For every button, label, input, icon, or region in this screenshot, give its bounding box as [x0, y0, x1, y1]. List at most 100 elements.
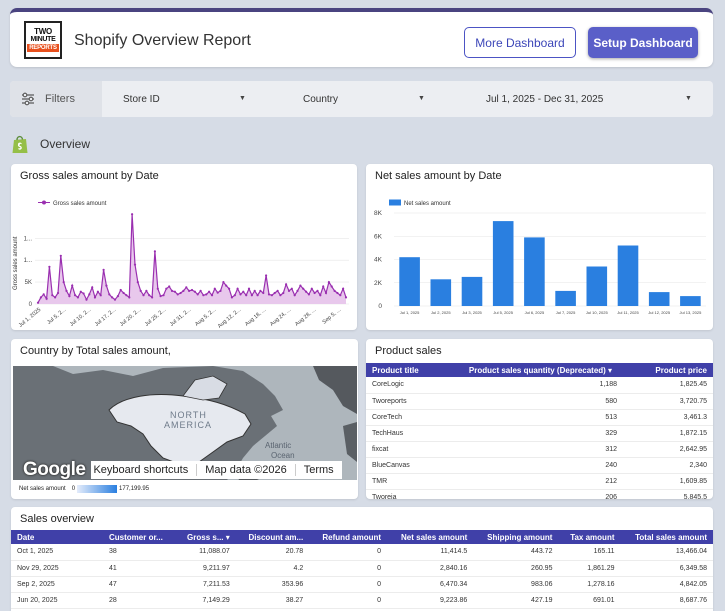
- data-point[interactable]: [273, 291, 276, 295]
- bar[interactable]: [492, 221, 514, 306]
- data-point[interactable]: [205, 293, 208, 296]
- data-point[interactable]: [293, 294, 296, 297]
- data-point[interactable]: [145, 289, 148, 292]
- data-point[interactable]: [102, 268, 105, 271]
- data-point[interactable]: [131, 213, 134, 216]
- data-point[interactable]: [202, 294, 205, 297]
- data-point[interactable]: [316, 289, 319, 292]
- data-point[interactable]: [168, 285, 171, 288]
- data-point[interactable]: [179, 291, 182, 295]
- data-point[interactable]: [324, 291, 328, 295]
- data-point[interactable]: [108, 293, 111, 296]
- data-point[interactable]: [42, 293, 45, 296]
- data-point[interactable]: [199, 289, 202, 292]
- data-point[interactable]: [185, 286, 188, 289]
- data-point[interactable]: [153, 250, 156, 253]
- table-row[interactable]: Oct 1, 2025 38 11,088.07 20.78 0 11,414.5 443.…: [11, 544, 713, 561]
- data-point[interactable]: [122, 291, 125, 295]
- data-point[interactable]: [113, 298, 117, 301]
- data-point[interactable]: [228, 287, 231, 290]
- data-point[interactable]: [279, 294, 282, 297]
- bar[interactable]: [617, 245, 639, 307]
- keyboard-shortcuts-link[interactable]: Keyboard shortcuts: [93, 464, 188, 476]
- data-point[interactable]: [170, 289, 174, 292]
- data-point[interactable]: [148, 294, 151, 297]
- data-point[interactable]: [259, 289, 262, 292]
- data-point[interactable]: [307, 293, 310, 296]
- data-point[interactable]: [253, 289, 256, 292]
- data-point[interactable]: [116, 295, 119, 298]
- table-row[interactable]: TechHaus 329 1,872.15: [366, 425, 713, 442]
- data-point[interactable]: [133, 263, 137, 266]
- bar[interactable]: [430, 279, 452, 306]
- data-point[interactable]: [59, 254, 62, 257]
- data-point[interactable]: [208, 290, 211, 293]
- data-point[interactable]: [196, 293, 199, 296]
- column-header[interactable]: Product title: [366, 363, 458, 377]
- more-dashboard-button[interactable]: More Dashboard: [464, 27, 576, 58]
- data-point[interactable]: [74, 294, 77, 297]
- data-point[interactable]: [139, 289, 142, 292]
- filters-toggle[interactable]: Filters: [10, 81, 102, 117]
- data-point[interactable]: [236, 287, 239, 290]
- data-point[interactable]: [230, 296, 233, 299]
- data-point[interactable]: [216, 291, 219, 294]
- data-point[interactable]: [119, 288, 122, 292]
- data-point[interactable]: [247, 287, 251, 290]
- data-point[interactable]: [213, 287, 216, 290]
- terms-link[interactable]: Terms: [294, 464, 342, 476]
- table-row[interactable]: TMR 212 1,609.85: [366, 473, 713, 490]
- data-point[interactable]: [51, 294, 54, 297]
- data-point[interactable]: [39, 296, 42, 299]
- data-point[interactable]: [62, 281, 65, 284]
- data-point[interactable]: [282, 291, 285, 295]
- data-point[interactable]: [93, 296, 97, 299]
- table-row[interactable]: fixcat 312 2,642.95: [366, 441, 713, 458]
- data-point[interactable]: [156, 287, 159, 290]
- bar[interactable]: [524, 237, 545, 306]
- data-point[interactable]: [210, 294, 214, 297]
- data-point[interactable]: [342, 287, 345, 290]
- column-header-sorted[interactable]: Gross s... ▾: [175, 530, 236, 544]
- data-point[interactable]: [128, 296, 131, 299]
- data-point[interactable]: [193, 290, 196, 293]
- data-point[interactable]: [162, 294, 165, 297]
- column-header[interactable]: Refund amount: [309, 530, 388, 544]
- bar[interactable]: [586, 266, 608, 307]
- data-point[interactable]: [222, 281, 225, 284]
- data-point[interactable]: [165, 287, 168, 290]
- data-point[interactable]: [91, 286, 94, 289]
- data-point[interactable]: [82, 292, 85, 295]
- table-row[interactable]: Sep 2, 2025 47 7,211.53 353.96 0 6,470.34 983.…: [11, 576, 713, 593]
- table-row[interactable]: BlueCanvas 240 2,340: [366, 457, 713, 474]
- geo-map[interactable]: NORTH AMERICA Atlantic Ocean Google Keyb…: [13, 366, 357, 480]
- data-point[interactable]: [344, 296, 348, 299]
- column-header[interactable]: Tax amount: [558, 530, 621, 544]
- data-point[interactable]: [299, 284, 302, 287]
- bar[interactable]: [680, 296, 701, 306]
- data-point[interactable]: [256, 294, 259, 297]
- data-point[interactable]: [176, 293, 179, 296]
- data-point[interactable]: [105, 284, 108, 287]
- column-header[interactable]: Total sales amount: [620, 530, 713, 544]
- data-point[interactable]: [56, 291, 60, 295]
- data-point[interactable]: [85, 298, 88, 301]
- net-sales-bar-chart[interactable]: Net sales amount 0 2K 4K 6K 8K Jul 1, 2025 Ju…: [366, 164, 713, 330]
- data-point[interactable]: [125, 294, 128, 297]
- table-row[interactable]: Tworeports 580 3,720.75: [366, 393, 713, 410]
- data-point[interactable]: [265, 274, 268, 277]
- data-point[interactable]: [242, 290, 245, 293]
- table-row[interactable]: Tworeia 206 5,845.5: [366, 489, 713, 499]
- bar[interactable]: [399, 257, 420, 306]
- bar[interactable]: [555, 290, 576, 306]
- data-point[interactable]: [319, 294, 322, 297]
- data-point[interactable]: [54, 296, 57, 299]
- data-point[interactable]: [245, 294, 248, 297]
- data-point[interactable]: [250, 294, 253, 297]
- column-header[interactable]: Date: [11, 530, 103, 544]
- data-point[interactable]: [142, 294, 145, 297]
- data-point[interactable]: [79, 290, 82, 293]
- data-point[interactable]: [239, 293, 242, 296]
- data-point[interactable]: [71, 284, 74, 287]
- country-dropdown[interactable]: Country ▼: [303, 81, 433, 117]
